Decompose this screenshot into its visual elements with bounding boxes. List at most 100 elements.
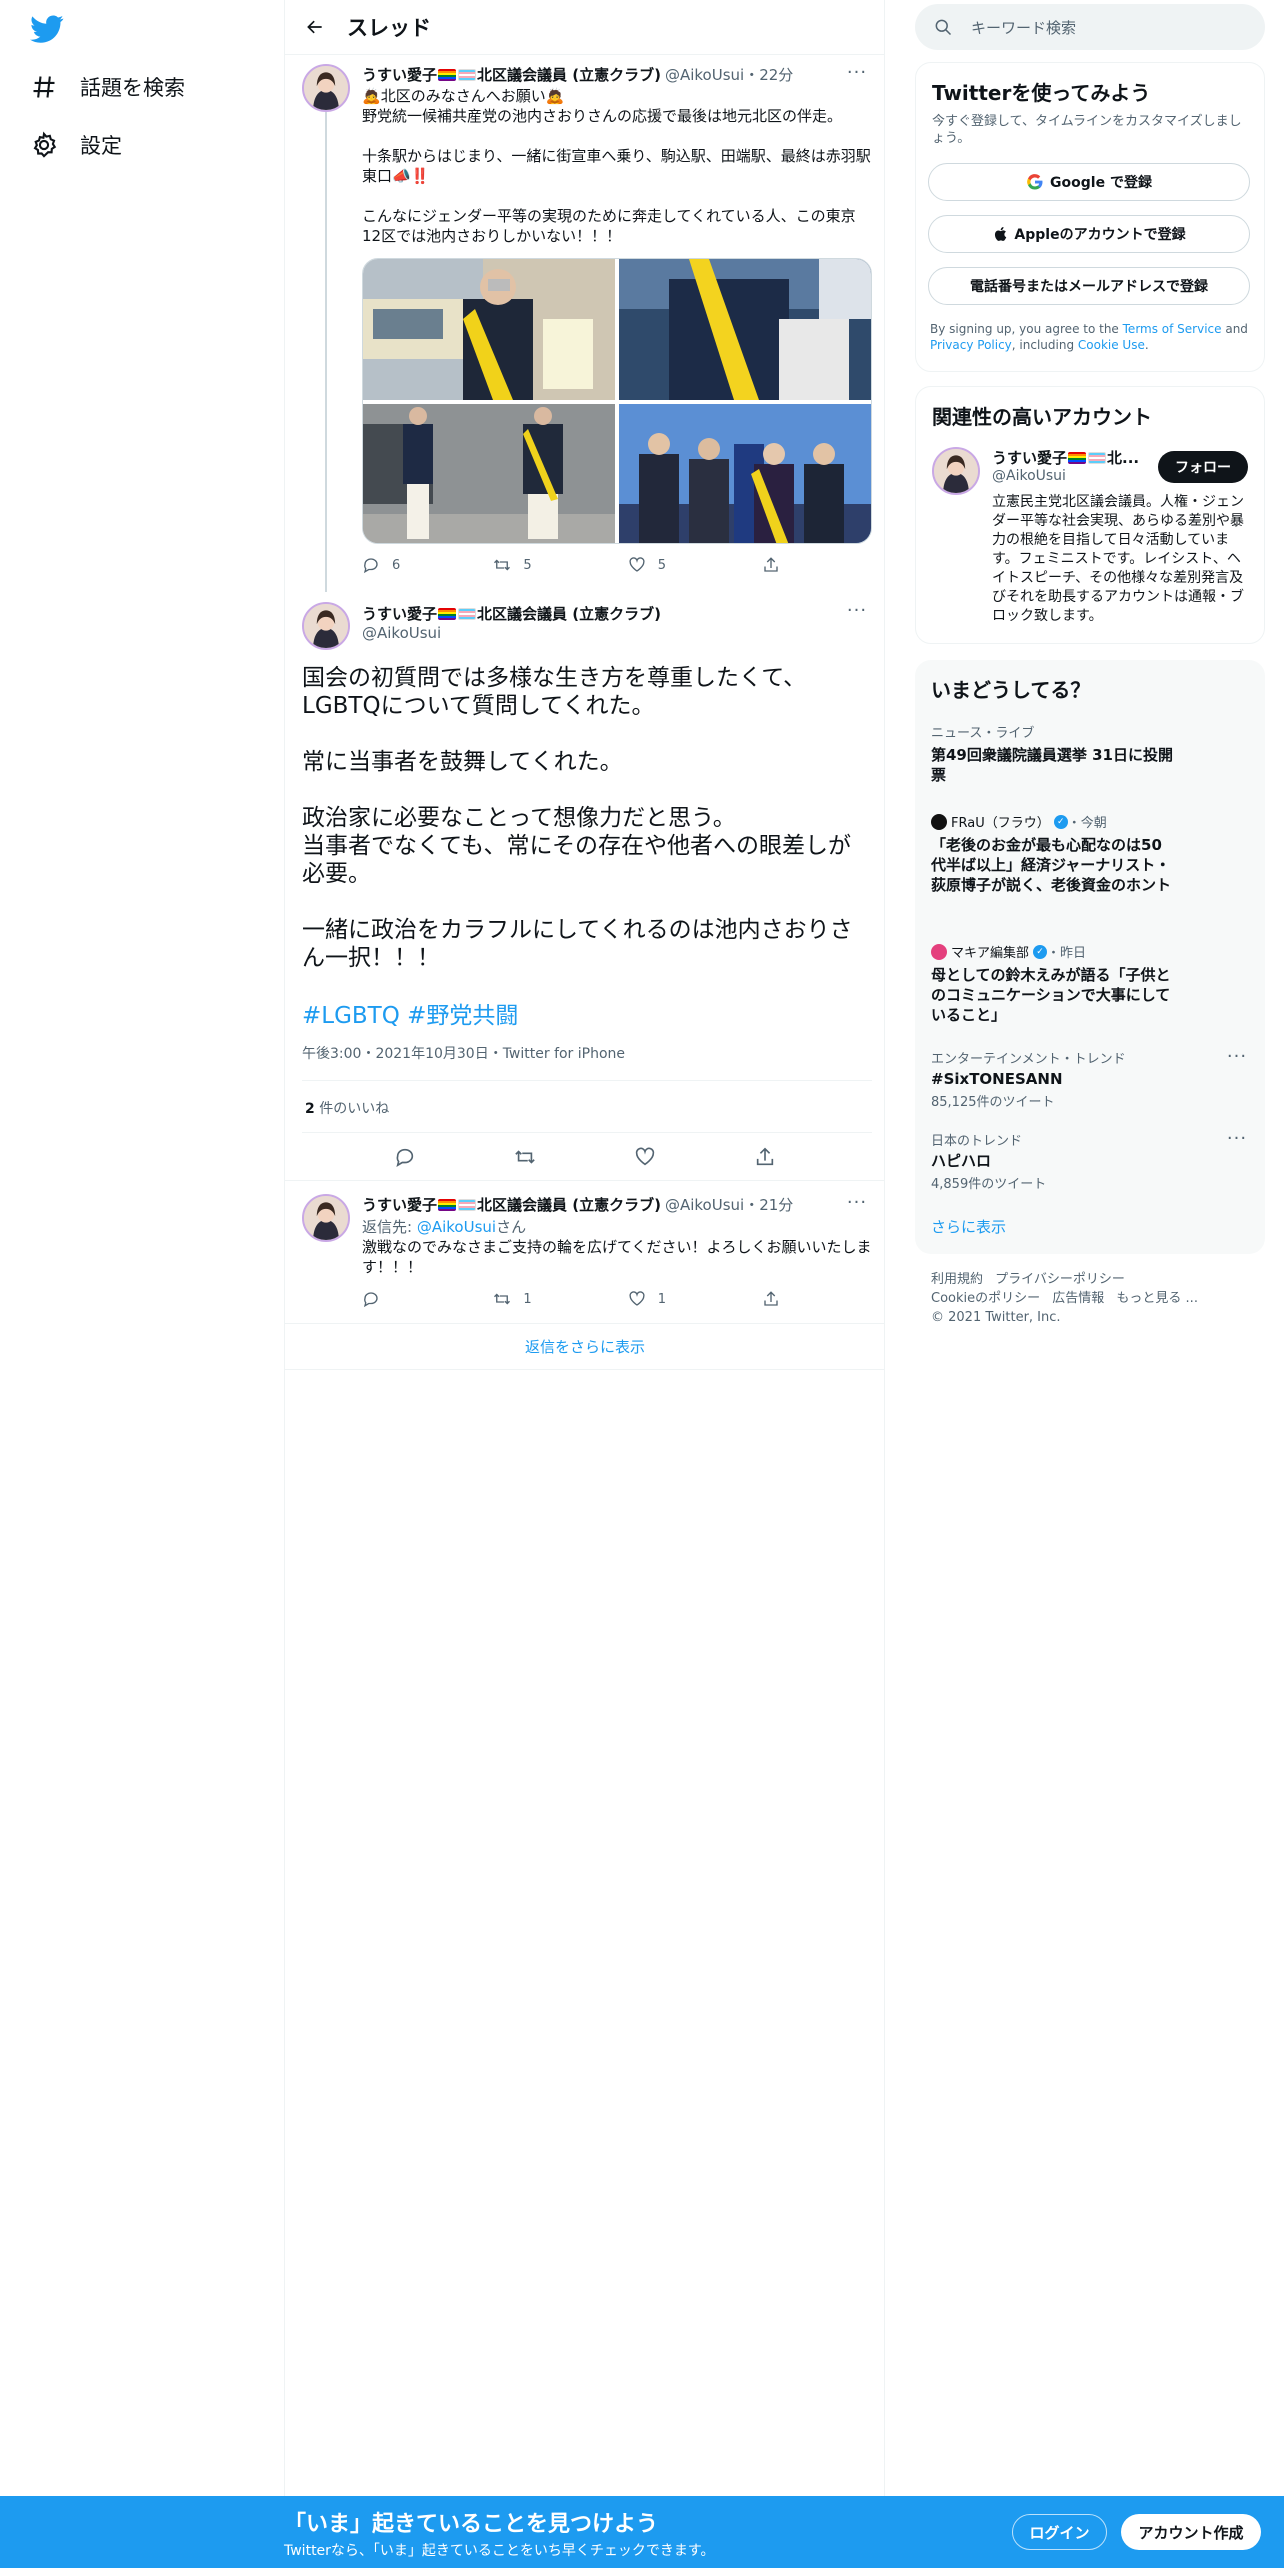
gear-icon <box>33 131 57 158</box>
more-options-icon[interactable]: ··· <box>845 602 869 628</box>
more-options-icon[interactable]: ··· <box>1225 1130 1249 1156</box>
more-options-icon[interactable]: ··· <box>1225 1048 1249 1074</box>
heart-icon <box>629 1291 645 1306</box>
retweet-button[interactable] <box>514 1146 536 1168</box>
trend-category: 日本のトレンド <box>931 1134 1023 1149</box>
replying-to-suffix: さん <box>496 1218 527 1236</box>
verified-badge-icon: ✓ <box>1053 814 1068 829</box>
author-affiliation: 北区議会議員 (立憲クラブ) <box>477 66 661 84</box>
arrow-left-icon[interactable] <box>295 7 335 47</box>
show-more-trends-link[interactable]: さらに表示 <box>931 1216 1006 1237</box>
tweet-body: 激戦なのでみなさまご支持の輪を広げてください！よろしくお願いいたします！！！ <box>362 1238 872 1276</box>
avatar[interactable] <box>302 64 350 112</box>
hashtag-icon <box>33 76 55 98</box>
thread-header: スレッド <box>285 0 885 55</box>
tweet-author-row: うすい愛子 北区議会議員 (立憲クラブ) @AikoUsui ・ 21分 <box>362 1194 794 1215</box>
related-account-name-row[interactable]: うすい愛子 北... <box>992 447 1139 468</box>
tweet-time[interactable]: 21分 <box>759 1194 793 1215</box>
trend-item[interactable]: FRaU（フラウ） ✓ ・今朝 「老後のお金が最も心配なのは50代半ば以上」経済… <box>931 812 1251 895</box>
nav-explore[interactable]: 話題を検索 <box>30 62 185 112</box>
replying-to: 返信先: @AikoUsuiさん <box>362 1216 526 1237</box>
likes-summary[interactable]: 2 件のいいね <box>305 1098 389 1118</box>
hashtag-lgbtq[interactable]: #LGBTQ <box>302 1003 400 1029</box>
replying-to-prefix: 返信先: <box>362 1218 417 1236</box>
search-icon <box>935 19 952 36</box>
share-button[interactable] <box>762 1290 792 1308</box>
footer-link-terms[interactable]: 利用規約 <box>931 1272 983 1287</box>
retweet-icon <box>494 559 511 571</box>
avatar[interactable] <box>302 1194 350 1242</box>
login-button[interactable]: ログイン <box>1012 2514 1107 2550</box>
like-button[interactable]: 5 <box>628 556 762 574</box>
reply-button[interactable] <box>362 1290 493 1308</box>
retweet-button[interactable]: 5 <box>493 556 627 574</box>
author-name[interactable]: うすい愛子 <box>362 64 437 85</box>
apple-logo-icon <box>995 226 1007 241</box>
create-account-button[interactable]: アカウント作成 <box>1121 2514 1261 2550</box>
tweet-timestamp[interactable]: 午後3:00・2021年10月30日・Twitter for iPhone <box>302 1043 625 1063</box>
search-input[interactable]: キーワード検索 <box>971 17 1076 38</box>
avatar[interactable] <box>302 602 350 650</box>
retweet-icon <box>515 1150 535 1164</box>
trend-item[interactable]: マキア編集部 ✓ ・昨日 母としての鈴木えみが語る「子供とのコミュニケーションで… <box>931 942 1251 1025</box>
apple-signup-button[interactable]: Appleのアカウントで登録 <box>928 215 1250 253</box>
hashtag-opposition-cooperation[interactable]: #野党共闘 <box>407 1003 518 1029</box>
trend-category: ニュース・ライブ <box>931 726 1035 741</box>
bowing-person-emoji-icon: 🙇 <box>545 87 565 105</box>
privacy-link[interactable]: Privacy Policy <box>930 338 1012 352</box>
author-handle[interactable]: @AikoUsui <box>362 624 441 642</box>
tweet-body: 野党統一候補共産党の池内さおりさんの応援で最後は地元北区の伴走。 十条駅からはじ… <box>362 107 871 245</box>
tweet-author-row: うすい愛子 北区議会議員 (立憲クラブ) @AikoUsui ・ 22分 <box>362 64 794 85</box>
tweet-photo-2[interactable] <box>619 259 871 400</box>
trend-title: ハピハロ <box>931 1152 992 1170</box>
related-account-handle[interactable]: @AikoUsui <box>992 468 1066 484</box>
terms-link[interactable]: Terms of Service <box>1123 322 1222 336</box>
trend-item[interactable]: エンターテインメント・トレンド #SixTONESANN 85,125件のツイー… <box>931 1048 1251 1110</box>
tweet-photo-4[interactable] <box>619 404 871 543</box>
follow-button[interactable]: フォロー <box>1158 451 1248 483</box>
show-more-replies-link[interactable]: 返信をさらに表示 <box>285 1324 885 1370</box>
trend-item[interactable]: ニュース・ライブ 第49回衆議院議員選挙 31日に投開票 <box>931 722 1251 785</box>
google-signup-button[interactable]: Google で登録 <box>928 163 1250 201</box>
more-options-icon[interactable]: ··· <box>845 1194 869 1220</box>
author-name[interactable]: うすい愛子 <box>362 603 437 624</box>
twitter-bird-icon[interactable] <box>30 12 68 50</box>
phone-email-signup-label: 電話番号またはメールアドレスで登録 <box>970 279 1208 295</box>
related-account-name-suffix: 北... <box>1107 449 1140 467</box>
author-handle[interactable]: @AikoUsui <box>665 1196 744 1214</box>
heart-icon <box>629 557 645 572</box>
footer-link-cookies[interactable]: Cookieのポリシー <box>931 1291 1040 1306</box>
trend-item[interactable]: 日本のトレンド ハピハロ 4,859件のツイート <box>931 1130 1251 1192</box>
author-name[interactable]: うすい愛子 <box>362 1194 437 1215</box>
tweet-photo-grid[interactable] <box>362 258 872 544</box>
cookie-link[interactable]: Cookie Use <box>1078 338 1145 352</box>
search-box[interactable]: キーワード検索 <box>915 4 1265 50</box>
nav-settings[interactable]: 設定 <box>30 120 122 170</box>
tweet-photo-3[interactable] <box>363 404 615 543</box>
rainbow-flag-icon <box>1068 451 1087 464</box>
footer-link-privacy[interactable]: プライバシーポリシー <box>995 1272 1125 1287</box>
share-button[interactable] <box>762 556 792 574</box>
like-button[interactable] <box>634 1146 656 1168</box>
share-button[interactable] <box>754 1146 776 1168</box>
tweet-body: 国会の初質問では多様な生き方を尊重したくて、 LGBTQについて質問してくれた。… <box>302 665 853 971</box>
footer-link-more[interactable]: もっと見る ... <box>1116 1291 1198 1306</box>
reply-button[interactable] <box>394 1146 416 1168</box>
tweet-time[interactable]: 22分 <box>759 64 793 85</box>
author-affiliation: 北区議会議員 (立憲クラブ) <box>477 1196 661 1214</box>
replying-to-handle[interactable]: @AikoUsui <box>417 1218 496 1236</box>
footer-link-ads[interactable]: 広告情報 <box>1052 1291 1104 1306</box>
trend-source: マキア編集部 <box>951 946 1030 961</box>
retweet-button[interactable]: 1 <box>493 1290 627 1308</box>
tweet-photo-1[interactable] <box>363 259 615 400</box>
reply-button[interactable]: 6 <box>362 556 493 574</box>
phone-email-signup-button[interactable]: 電話番号またはメールアドレスで登録 <box>928 267 1250 305</box>
author-handle[interactable]: @AikoUsui <box>665 66 744 84</box>
rainbow-flag-icon <box>438 1198 457 1211</box>
related-account-name: うすい愛子 <box>992 449 1068 467</box>
avatar[interactable] <box>932 447 980 495</box>
transgender-flag-icon <box>458 607 477 620</box>
bottom-bar-subtitle: Twitterなら、「いま」起きていることをいち早くチェックできます。 <box>284 2543 715 2559</box>
signup-subtitle: 今すぐ登録して、タイムラインをカスタマイズしましょう。 <box>932 114 1242 146</box>
like-button[interactable]: 1 <box>628 1290 762 1308</box>
